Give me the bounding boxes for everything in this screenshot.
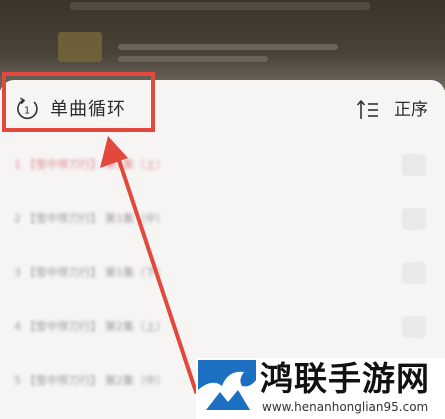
download-icon[interactable]: [402, 262, 426, 284]
playlist-item[interactable]: 4 【雪中悍刀行】 第2集（上）: [0, 302, 445, 356]
sort-order-label[interactable]: 正序: [394, 99, 428, 121]
blurred-top-text: [70, 2, 370, 10]
watermark-domain: www.henanhonglian95.com: [262, 400, 429, 414]
download-icon[interactable]: [402, 208, 426, 230]
playlist-item-title: 4 【雪中悍刀行】 第2集（上）: [14, 320, 167, 333]
playlist-item-title: 1 【雪中悍刀行】 第1集（上）: [14, 158, 167, 171]
sort-order-icon[interactable]: [356, 99, 380, 121]
site-logo-icon: [198, 360, 256, 416]
watermark-brand: 鸿联手游网: [260, 359, 430, 398]
download-icon[interactable]: [402, 154, 426, 176]
blurred-subtitle-text: [118, 56, 268, 62]
blurred-thumbnail: [58, 32, 102, 62]
playlist-item-title: 3 【雪中悍刀行】 第1集（下）: [14, 266, 167, 279]
playlist-item[interactable]: 3 【雪中悍刀行】 第1集（下）: [0, 248, 445, 302]
playlist-item[interactable]: 2 【雪中悍刀行】 第1集（中）: [0, 194, 445, 248]
blurred-title-text: [118, 44, 338, 50]
playlist-item-title: 5 【雪中悍刀行】 第2集（中）: [14, 374, 167, 387]
highlight-box: [2, 72, 155, 132]
watermark-logo: 鸿联手游网 www.henanhonglian95.com: [196, 358, 445, 419]
playlist-item-title: 2 【雪中悍刀行】 第1集（中）: [14, 212, 167, 225]
download-icon[interactable]: [402, 316, 426, 338]
playlist-item[interactable]: 1 【雪中悍刀行】 第1集（上）: [0, 140, 445, 194]
